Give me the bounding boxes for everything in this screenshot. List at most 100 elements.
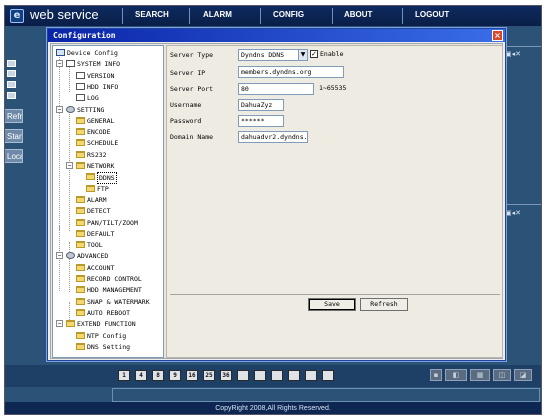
- tree-item[interactable]: DDNS: [53, 172, 163, 185]
- top-nav-bar: e web service SEARCH ALARM CONFIG ABOUT …: [5, 6, 541, 26]
- layout-1-button[interactable]: 1: [118, 370, 130, 381]
- tree-item[interactable]: RS232: [53, 150, 163, 160]
- tree-item-label: DDNS: [97, 172, 117, 185]
- layout-25-button[interactable]: 25: [203, 370, 215, 381]
- channel-icon[interactable]: [7, 70, 16, 77]
- layout-4-button[interactable]: 4: [135, 370, 147, 381]
- layout-button[interactable]: [322, 370, 334, 381]
- nav-about[interactable]: ABOUT: [344, 10, 372, 19]
- layout-button[interactable]: [237, 370, 249, 381]
- tree-item-label: LOG: [87, 94, 99, 103]
- server-type-select[interactable]: Dyndns DDNS ▼: [238, 49, 308, 61]
- tree-expander-icon[interactable]: −: [56, 60, 63, 68]
- tree-item[interactable]: PAN/TILT/ZOOM: [53, 218, 163, 228]
- domain-name-input[interactable]: dahuadvr2.dyndns.o: [238, 131, 308, 143]
- computer-icon: [56, 49, 65, 56]
- nav-separator: [189, 8, 190, 24]
- tree-item[interactable]: − NETWORK: [53, 161, 163, 171]
- refresh-button[interactable]: Refresh: [360, 298, 408, 311]
- tree-expander-icon[interactable]: −: [56, 320, 63, 328]
- color-control-icon[interactable]: ▪: [430, 369, 442, 381]
- server-ip-input[interactable]: members.dyndns.org: [238, 66, 344, 78]
- tree-item[interactable]: SCHEDULE: [53, 138, 163, 148]
- close-icon[interactable]: ×: [492, 30, 503, 41]
- window-controls-icon[interactable]: ▣◂✕: [505, 50, 539, 58]
- folder-icon: [76, 229, 85, 237]
- color-control-icon[interactable]: ◧: [445, 369, 467, 381]
- username-label: Username: [170, 101, 202, 109]
- folder-icon: [76, 331, 85, 339]
- tree-item[interactable]: FTP: [53, 184, 163, 194]
- tree-item[interactable]: HDD MANAGEMENT: [53, 285, 163, 295]
- ddns-settings-panel: Server Type Dyndns DDNS ▼ ✓ Enable Serve…: [166, 45, 503, 358]
- layout-button[interactable]: [305, 370, 317, 381]
- tree-item[interactable]: ACCOUNT: [53, 263, 163, 273]
- tree-item[interactable]: DETECT: [53, 206, 163, 216]
- tree-item[interactable]: TOOL: [53, 240, 163, 250]
- nav-config[interactable]: CONFIG: [273, 10, 304, 19]
- color-control-icon[interactable]: ▦: [470, 369, 490, 381]
- tree-expander-icon[interactable]: −: [66, 162, 73, 169]
- layout-9-button[interactable]: 9: [169, 370, 181, 381]
- channel-icon[interactable]: [7, 60, 16, 67]
- tree-item[interactable]: RECORD CONTROL: [53, 274, 163, 284]
- tree-item[interactable]: LOG: [53, 93, 163, 103]
- tree-item[interactable]: − SYSTEM INFO: [53, 59, 163, 69]
- tree-item-label: RECORD CONTROL: [87, 275, 142, 283]
- tree-expander-icon[interactable]: −: [56, 105, 63, 113]
- window-controls-icon[interactable]: ▣◂✕: [505, 209, 539, 217]
- local-play-button[interactable]: Local P: [5, 149, 23, 163]
- tree-item[interactable]: SNAP & WATERMARK: [53, 297, 163, 307]
- tree-item[interactable]: − EXTEND FUNCTION: [53, 319, 163, 329]
- nav-alarm[interactable]: ALARM: [203, 10, 232, 19]
- tree-item-label: EXTEND FUNCTION: [77, 320, 136, 329]
- tree-item[interactable]: GENERAL: [53, 116, 163, 126]
- tree-item[interactable]: VERSION: [53, 71, 163, 81]
- tree-item[interactable]: NTP Config: [53, 331, 163, 341]
- tree-item-label: AUTO REBOOT: [87, 308, 131, 317]
- config-tree[interactable]: Device Config − SYSTEM INFO VERSION HDD INFO…: [52, 45, 164, 358]
- nav-logout[interactable]: LOGOUT: [415, 10, 449, 19]
- layout-button[interactable]: [254, 370, 266, 381]
- color-control-icon[interactable]: ◫: [493, 369, 511, 381]
- folder-icon: [76, 207, 85, 215]
- tree-item[interactable]: − ADVANCED: [53, 251, 163, 261]
- password-label: Password: [170, 117, 202, 125]
- tree-item-label: SYSTEM INFO: [77, 60, 121, 69]
- color-control-icon[interactable]: ◪: [514, 369, 532, 381]
- layout-16-button[interactable]: 16: [186, 370, 198, 381]
- layout-button[interactable]: [271, 370, 283, 381]
- start-all-button[interactable]: Start/a: [5, 129, 23, 143]
- refresh-button[interactable]: Refre: [5, 109, 23, 123]
- server-port-input[interactable]: 80: [238, 83, 314, 95]
- layout-36-button[interactable]: 36: [220, 370, 232, 381]
- layout-8-button[interactable]: 8: [152, 370, 164, 381]
- dropdown-arrow-icon[interactable]: ▼: [298, 50, 307, 60]
- tree-item[interactable]: − SETTING: [53, 105, 163, 115]
- nav-separator: [332, 8, 333, 24]
- tree-item[interactable]: DNS Setting: [53, 342, 163, 352]
- tree-item[interactable]: AUTO REBOOT: [53, 308, 163, 318]
- gear-icon: [66, 252, 75, 260]
- tree-item[interactable]: DEFAULT: [53, 229, 163, 239]
- password-input[interactable]: ******: [238, 115, 284, 127]
- channel-icon[interactable]: [7, 92, 16, 99]
- layout-button[interactable]: [288, 370, 300, 381]
- tree-item[interactable]: HDD INFO: [53, 82, 163, 92]
- server-port-label: Server Port: [170, 85, 214, 93]
- save-button[interactable]: Save: [308, 298, 356, 311]
- page-icon: [76, 71, 85, 79]
- tree-item-label: VERSION: [87, 71, 115, 80]
- tree-item[interactable]: ALARM: [53, 195, 163, 205]
- tree-expander-icon[interactable]: −: [56, 252, 63, 260]
- page-icon: [76, 94, 85, 102]
- tree-item-label: ADVANCED: [77, 252, 109, 261]
- username-input[interactable]: DahuaZyz: [238, 99, 284, 111]
- configuration-dialog: Configuration × Device Config − SYSTEM INF…: [47, 28, 506, 361]
- enable-checkbox[interactable]: ✓: [310, 50, 318, 58]
- tree-item-label: TOOL: [87, 241, 103, 250]
- nav-search[interactable]: SEARCH: [135, 10, 169, 19]
- tree-item[interactable]: ENCODE: [53, 127, 163, 137]
- channel-icon[interactable]: [7, 81, 16, 88]
- tree-item[interactable]: Device Config: [53, 48, 163, 58]
